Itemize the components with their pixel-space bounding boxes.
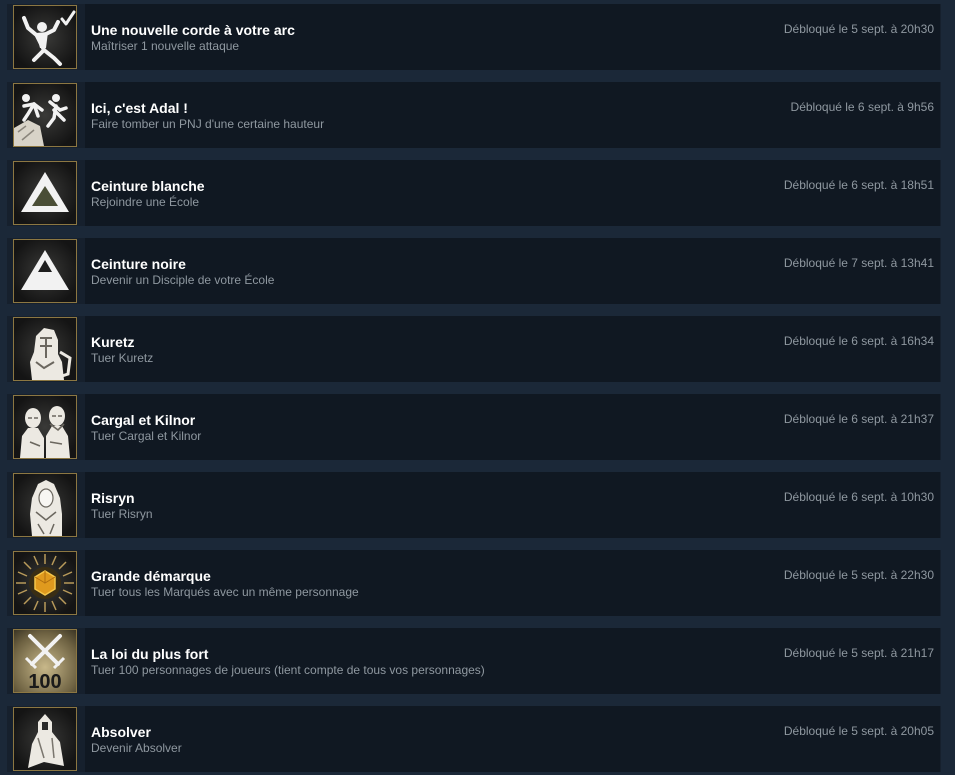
- achievement-unlock-date: Débloqué le 5 sept. à 20h30: [783, 22, 934, 36]
- achievement-text-panel: Risryn Tuer Risryn Débloqué le 6 sept. à…: [85, 472, 940, 538]
- achievement-unlock-date: Débloqué le 6 sept. à 10h30: [783, 490, 934, 504]
- push-off-cliff-icon: [13, 83, 77, 147]
- achievement-title: Risryn: [91, 490, 135, 506]
- achievement-row[interactable]: Kuretz Tuer Kuretz Débloqué le 6 sept. à…: [7, 316, 941, 382]
- achievement-unlock-date: Débloqué le 6 sept. à 18h51: [783, 178, 934, 192]
- achievement-description: Tuer 100 personnages de joueurs (tient c…: [91, 663, 485, 677]
- achievement-title: Ici, c'est Adal !: [91, 100, 188, 116]
- achievement-description: Tuer Cargal et Kilnor: [91, 429, 202, 443]
- risryn-portrait-icon: [13, 473, 77, 537]
- achievement-text-panel: Ceinture noire Devenir un Disciple de vo…: [85, 238, 940, 304]
- achievement-title: Ceinture noire: [91, 256, 186, 272]
- achievement-unlock-date: Débloqué le 5 sept. à 22h30: [783, 568, 934, 582]
- achievement-description: Devenir Absolver: [91, 741, 182, 755]
- achievement-unlock-date: Débloqué le 6 sept. à 16h34: [783, 334, 934, 348]
- achievement-title: Cargal et Kilnor: [91, 412, 196, 428]
- achievement-title: La loi du plus fort: [91, 646, 209, 662]
- kuretz-portrait-icon: [13, 317, 77, 381]
- achievement-row[interactable]: 100 La loi du plus fort Tuer 100 personn…: [7, 628, 941, 694]
- achievement-text-panel: La loi du plus fort Tuer 100 personnages…: [85, 628, 940, 694]
- achievement-unlock-date: Débloqué le 5 sept. à 21h17: [783, 646, 934, 660]
- achievement-text-panel: Cargal et Kilnor Tuer Cargal et Kilnor D…: [85, 394, 940, 460]
- achievement-description: Maîtriser 1 nouvelle attaque: [91, 39, 240, 53]
- achievement-row[interactable]: Grande démarque Tuer tous les Marqués av…: [7, 550, 941, 616]
- achievement-description: Tuer Risryn: [91, 507, 153, 521]
- achievement-row[interactable]: Risryn Tuer Risryn Débloqué le 6 sept. à…: [7, 472, 941, 538]
- achievement-text-panel: Ici, c'est Adal ! Faire tomber un PNJ d'…: [85, 82, 940, 148]
- achievement-description: Devenir un Disciple de votre École: [91, 273, 275, 287]
- achievement-title: Une nouvelle corde à votre arc: [91, 22, 295, 38]
- achievement-text-panel: Grande démarque Tuer tous les Marqués av…: [85, 550, 940, 616]
- twin-portrait-icon: [13, 395, 77, 459]
- dancing-figure-check-icon: [13, 5, 77, 69]
- achievement-text-panel: Kuretz Tuer Kuretz Débloqué le 6 sept. à…: [85, 316, 940, 382]
- hooded-cloak-icon: [13, 707, 77, 771]
- white-belt-triangle-icon: [13, 161, 77, 225]
- achievement-row[interactable]: Une nouvelle corde à votre arc Maîtriser…: [7, 4, 941, 70]
- black-belt-triangle-icon: [13, 239, 77, 303]
- golden-hexagon-burst-icon: [13, 551, 77, 615]
- achievement-unlock-date: Débloqué le 5 sept. à 20h05: [783, 724, 934, 738]
- achievement-text-panel: Absolver Devenir Absolver Débloqué le 5 …: [85, 706, 940, 772]
- achievement-list: Une nouvelle corde à votre arc Maîtriser…: [0, 0, 955, 775]
- achievement-title: Absolver: [91, 724, 151, 740]
- achievement-description: Rejoindre une École: [91, 195, 200, 209]
- achievement-title: Ceinture blanche: [91, 178, 205, 194]
- achievement-unlock-date: Débloqué le 6 sept. à 21h37: [783, 412, 934, 426]
- achievement-description: Faire tomber un PNJ d'une certaine haute…: [91, 117, 325, 131]
- achievement-unlock-date: Débloqué le 7 sept. à 13h41: [783, 256, 934, 270]
- achievement-text-panel: Ceinture blanche Rejoindre une École Déb…: [85, 160, 940, 226]
- crossed-swords-100-icon: 100: [13, 629, 77, 693]
- achievement-text-panel: Une nouvelle corde à votre arc Maîtriser…: [85, 4, 940, 70]
- achievement-row[interactable]: Absolver Devenir Absolver Débloqué le 5 …: [7, 706, 941, 772]
- achievement-title: Grande démarque: [91, 568, 211, 584]
- achievement-description: Tuer Kuretz: [91, 351, 154, 365]
- icon-count-text: 100: [28, 671, 61, 692]
- achievement-row[interactable]: Cargal et Kilnor Tuer Cargal et Kilnor D…: [7, 394, 941, 460]
- achievement-unlock-date: Débloqué le 6 sept. à 9h56: [790, 100, 934, 114]
- achievement-row[interactable]: Ceinture blanche Rejoindre une École Déb…: [7, 160, 941, 226]
- achievement-description: Tuer tous les Marqués avec un même perso…: [91, 585, 359, 599]
- achievement-title: Kuretz: [91, 334, 135, 350]
- achievement-row[interactable]: Ceinture noire Devenir un Disciple de vo…: [7, 238, 941, 304]
- achievement-row[interactable]: Ici, c'est Adal ! Faire tomber un PNJ d'…: [7, 82, 941, 148]
